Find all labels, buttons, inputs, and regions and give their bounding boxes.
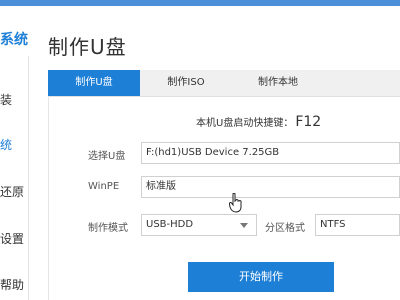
winpe-label: WinPE — [88, 181, 120, 192]
select-usb-value: F:(hd1)USB Device 7.25GB — [146, 147, 280, 158]
sidebar-item-settings[interactable]: 设置 — [0, 230, 24, 247]
partition-format-label: 分区格式 — [265, 223, 305, 234]
select-usb-dropdown[interactable]: F:(hd1)USB Device 7.25GB — [141, 142, 400, 164]
winpe-dropdown[interactable]: 标准版 — [141, 176, 400, 198]
partition-format-value: NTFS — [320, 219, 346, 230]
caret-down-icon — [240, 223, 248, 228]
sidebar-item-install[interactable]: 装 — [0, 91, 12, 108]
sidebar-item-help[interactable]: 帮助 — [0, 276, 24, 293]
tab-bar: 制作U盘 制作ISO 制作本地 — [48, 70, 400, 97]
tab-make-iso[interactable]: 制作ISO — [140, 70, 232, 96]
select-usb-label: 选择U盘 — [88, 151, 126, 162]
page-title: 制作U盘 — [48, 35, 127, 59]
sidebar-item-restore[interactable]: 还原 — [0, 183, 24, 200]
make-mode-dropdown[interactable]: USB-HDD — [141, 214, 257, 236]
sidebar-item-system[interactable]: 统 — [0, 136, 12, 153]
hotkey-label: 本机U盘启动快捷键： — [196, 118, 294, 129]
window-top-bar — [0, 0, 400, 6]
tab-make-local[interactable]: 制作本地 — [232, 70, 324, 96]
sidebar-divider — [28, 56, 29, 300]
hotkey-hint: 本机U盘启动快捷键： F12 — [196, 114, 321, 130]
tab-make-usb[interactable]: 制作U盘 — [48, 70, 140, 96]
hotkey-key: F12 — [295, 114, 322, 130]
app-brand: 系统 — [0, 32, 28, 48]
start-make-button[interactable]: 开始制作 — [188, 262, 334, 292]
winpe-value: 标准版 — [146, 181, 176, 192]
partition-format-dropdown[interactable]: NTFS — [315, 214, 400, 236]
make-mode-value: USB-HDD — [146, 219, 194, 230]
make-mode-label: 制作模式 — [88, 223, 128, 234]
hand-pointer-icon — [229, 193, 242, 213]
